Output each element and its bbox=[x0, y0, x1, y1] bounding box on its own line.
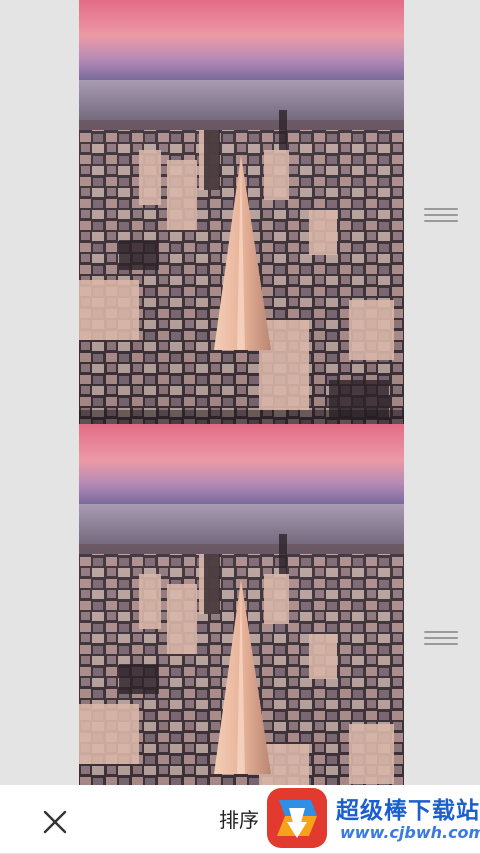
image-list bbox=[0, 0, 480, 785]
close-button[interactable] bbox=[38, 805, 72, 839]
list-item[interactable] bbox=[0, 424, 480, 785]
bottom-bar: 排序 超级棒下载站 www.cjbwh.com bbox=[0, 785, 480, 853]
drag-handle-icon[interactable] bbox=[424, 208, 458, 226]
download-site-logo bbox=[265, 786, 329, 850]
watermark-url: www.cjbwh.com bbox=[340, 823, 480, 842]
drag-handle-icon[interactable] bbox=[424, 631, 458, 649]
photo-thumbnail[interactable] bbox=[79, 424, 404, 785]
watermark-text: 超级棒下载站 bbox=[336, 798, 480, 824]
city-photo bbox=[79, 424, 404, 785]
close-icon bbox=[43, 810, 67, 834]
city-photo bbox=[79, 0, 404, 434]
photo-thumbnail[interactable] bbox=[79, 0, 404, 434]
list-item[interactable] bbox=[0, 0, 480, 434]
sort-button[interactable]: 排序 bbox=[219, 807, 259, 833]
